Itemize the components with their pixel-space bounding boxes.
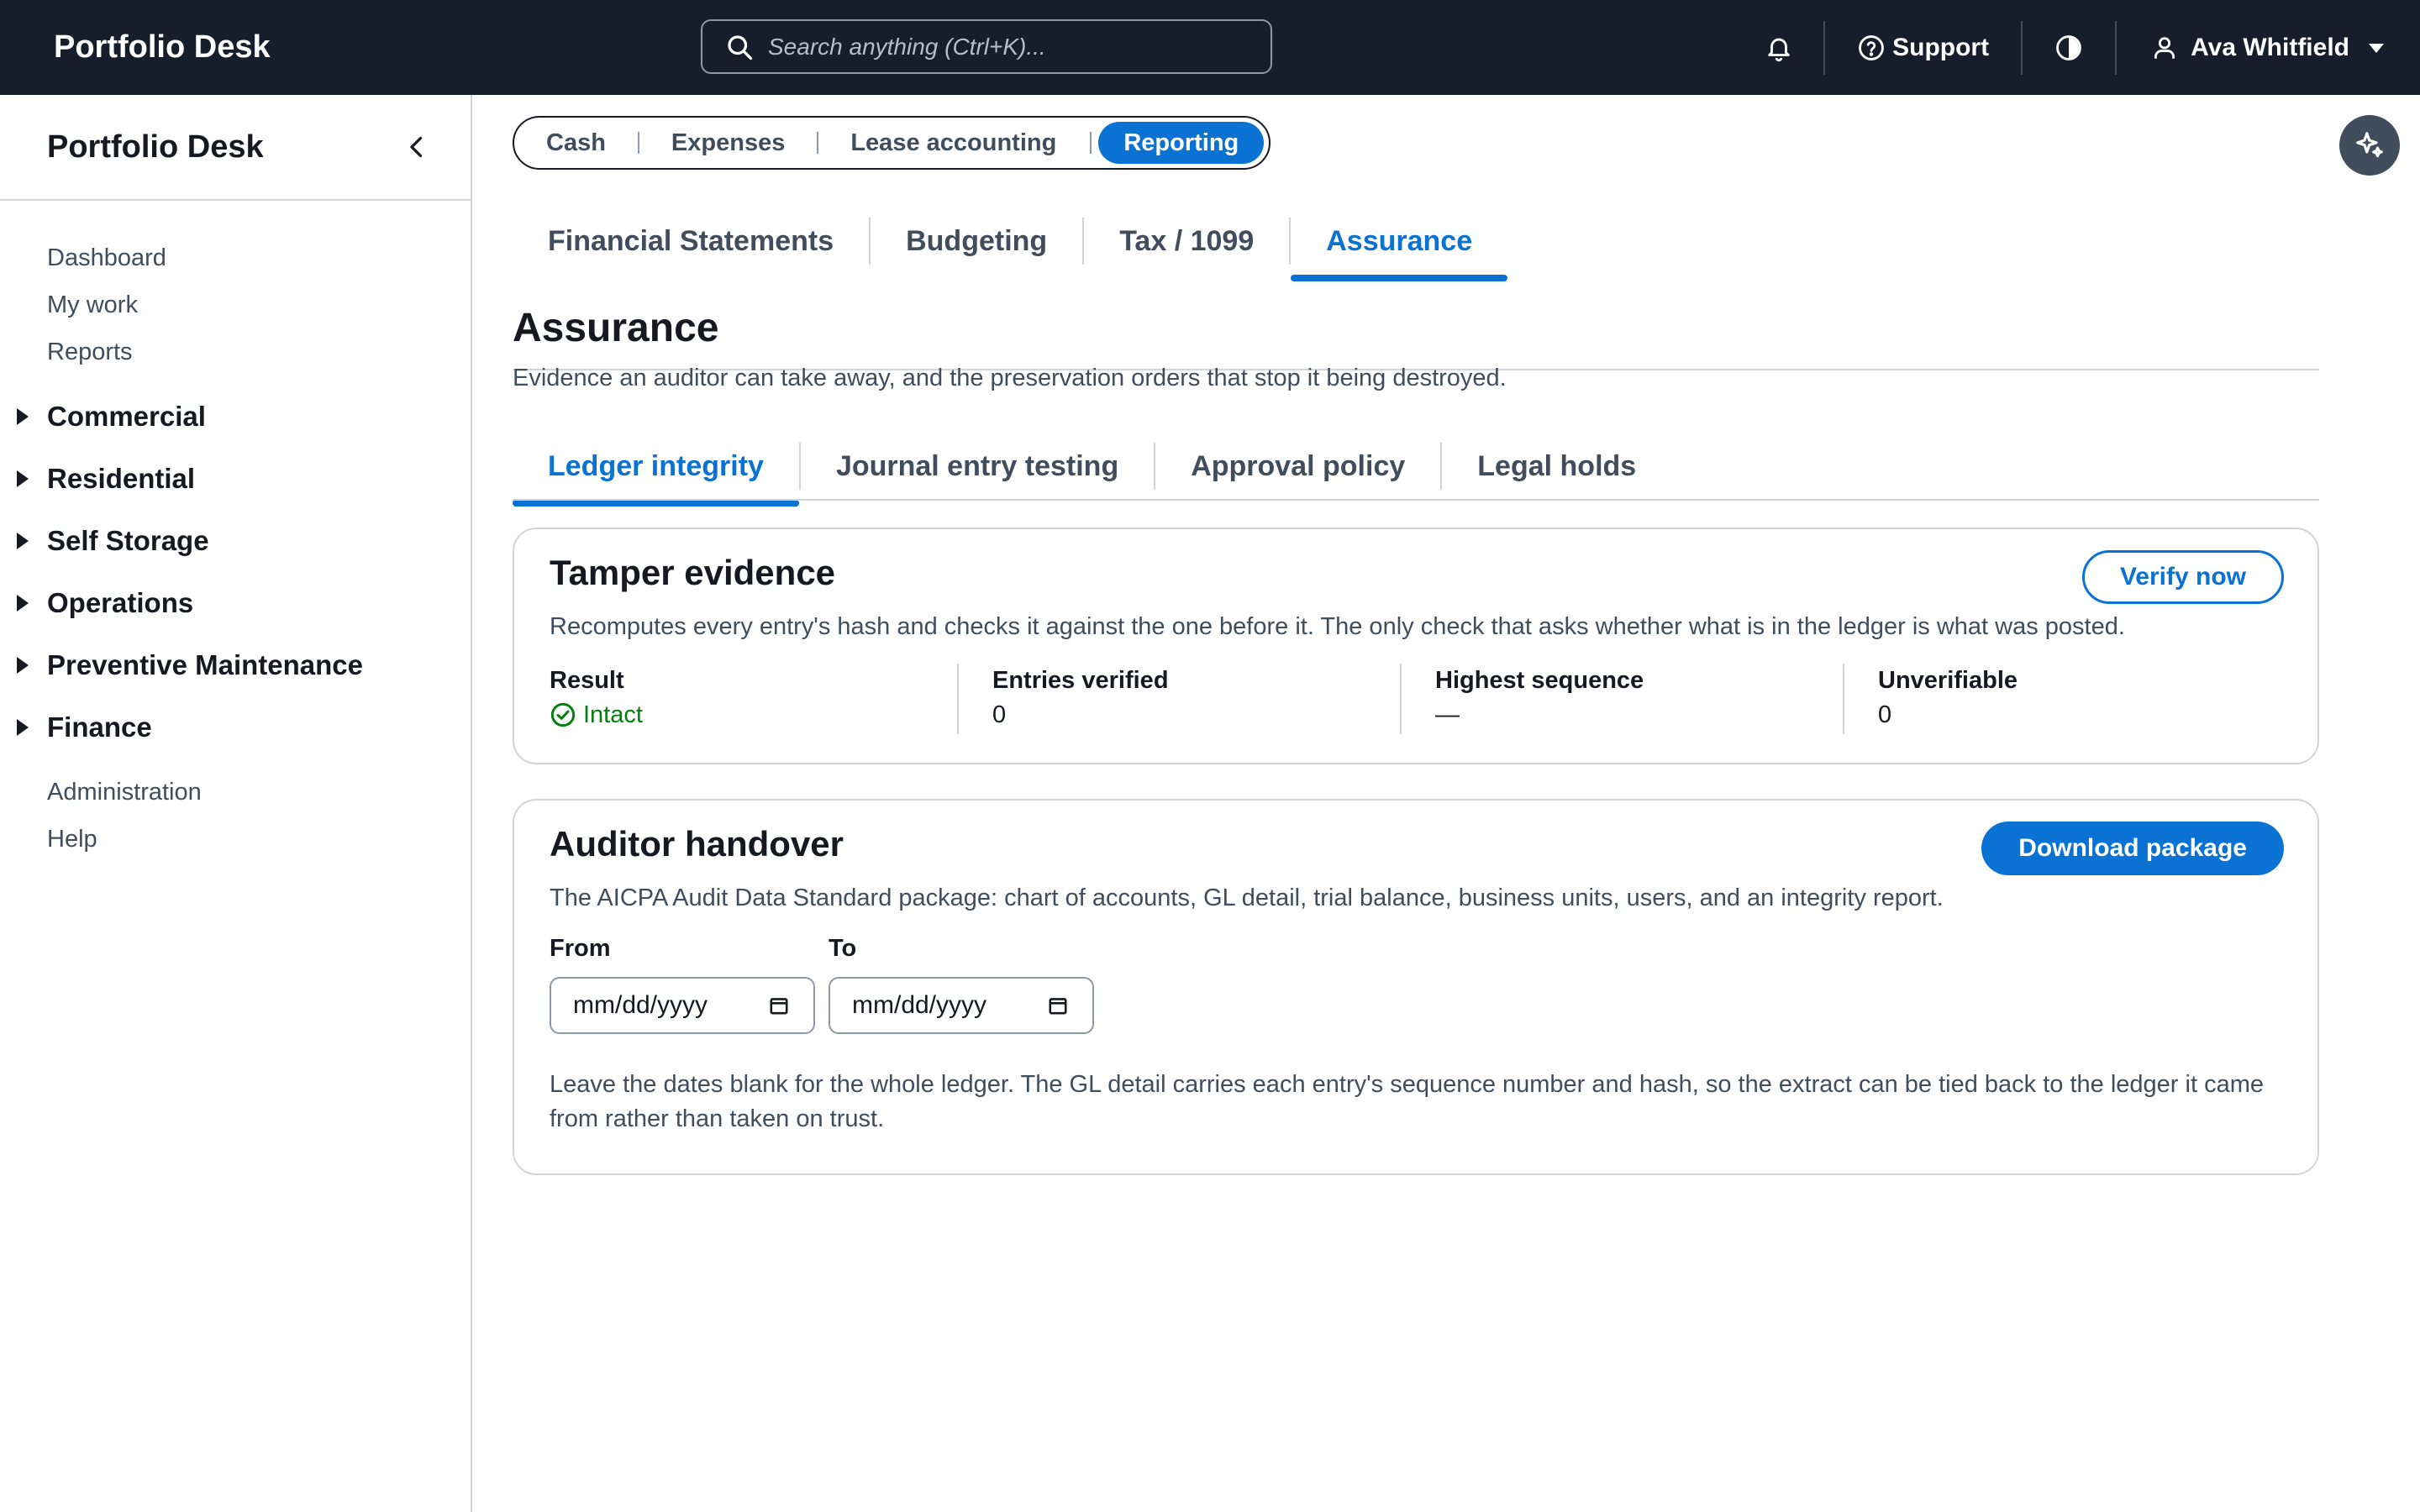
entries-verified-label: Entries verified (992, 667, 1169, 694)
entries-verified-field: Entries verified 0 (957, 664, 1400, 734)
collapse-sidebar-icon[interactable] (402, 132, 432, 162)
check-circle-icon (550, 702, 576, 727)
date-range-hint: Leave the dates blank for the whole ledg… (550, 1071, 2264, 1132)
to-date-input[interactable]: mm/dd/yyyy (829, 977, 1094, 1034)
sidebar-item-reports[interactable]: Reports (0, 328, 471, 375)
sidebar-group-label: Finance (47, 711, 152, 743)
user-menu-button[interactable]: Ava Whitfield (2117, 0, 2420, 95)
expand-triangle-icon (17, 657, 29, 674)
segment-lease-accounting[interactable]: Lease accounting (818, 122, 1090, 164)
tab-ledger-integrity[interactable]: Ledger integrity (513, 433, 799, 507)
theme-toggle-button[interactable] (2023, 0, 2115, 95)
sidebar-group-label: Preventive Maintenance (47, 649, 363, 680)
unverifiable-label: Unverifiable (1878, 667, 2018, 694)
page-description: Evidence an auditor can take away, and t… (513, 365, 1507, 391)
verification-summary: Result Intact Entries verified 0 Highest… (550, 664, 2286, 734)
from-label: From (550, 935, 611, 962)
sidebar-item-help[interactable]: Help (0, 816, 471, 863)
sidebar-item-my-work[interactable]: My work (0, 281, 471, 328)
reporting-tabs: Financial Statements Budgeting Tax / 109… (513, 207, 2319, 370)
entries-verified-value: 0 (992, 701, 1007, 728)
from-date-placeholder: mm/dd/yyyy (573, 991, 708, 1019)
search-icon (728, 34, 753, 60)
sidebar-group-operations[interactable]: Operations (0, 572, 471, 634)
calendar-icon (770, 998, 788, 1015)
sidebar-group-finance[interactable]: Finance (0, 696, 471, 759)
expand-triangle-icon (17, 595, 29, 612)
card-description: The AICPA Audit Data Standard package: c… (550, 885, 1944, 911)
reporting-tab-list: Financial Statements Budgeting Tax / 109… (513, 207, 1507, 281)
expand-triangle-icon (17, 470, 29, 487)
module-segmented-control: Cash Expenses Lease accounting Reporting (513, 116, 1271, 170)
top-actions: Support Ava Whitfield (1734, 0, 2420, 95)
segment-divider (1090, 132, 1092, 154)
support-button[interactable]: Support (1825, 0, 2021, 95)
sparkle-icon (2356, 132, 2383, 158)
global-search[interactable] (701, 19, 1272, 74)
caret-down-icon (2369, 43, 2384, 53)
tab-financial-statements[interactable]: Financial Statements (513, 207, 869, 275)
tab-journal-entry-testing[interactable]: Journal entry testing (801, 433, 1154, 500)
result-field: Result Intact (550, 664, 957, 734)
tab-underline (513, 499, 2319, 501)
sidebar-group-label: Residential (47, 463, 196, 494)
calendar-icon (1049, 998, 1067, 1015)
page-title: Assurance (513, 306, 719, 350)
highest-sequence-field: Highest sequence — (1400, 664, 1843, 734)
sidebar-title[interactable]: Portfolio Desk (47, 129, 264, 165)
tab-budgeting[interactable]: Budgeting (871, 207, 1082, 275)
card-description: Recomputes every entry's hash and checks… (550, 613, 2125, 640)
sidebar-group-preventive-maintenance[interactable]: Preventive Maintenance (0, 634, 471, 696)
card-title: Auditor handover (550, 824, 844, 864)
support-label: Support (1892, 33, 1990, 61)
highest-sequence-label: Highest sequence (1435, 667, 1644, 694)
to-label: To (829, 935, 857, 962)
sidebar-group-commercial[interactable]: Commercial (0, 386, 471, 448)
sidebar-group-self-storage[interactable]: Self Storage (0, 510, 471, 572)
expand-triangle-icon (17, 408, 29, 425)
download-package-button[interactable]: Download package (1981, 822, 2284, 875)
segment-reporting[interactable]: Reporting (1098, 122, 1265, 164)
from-date-input[interactable]: mm/dd/yyyy (550, 977, 815, 1034)
search-input[interactable] (768, 33, 1239, 60)
sidebar-item-dashboard[interactable]: Dashboard (0, 234, 471, 281)
sidebar-group-label: Operations (47, 587, 194, 618)
app-brand[interactable]: Portfolio Desk (54, 0, 271, 95)
bell-icon (1768, 38, 1790, 61)
result-value: Intact (583, 701, 643, 728)
expand-triangle-icon (17, 719, 29, 736)
ai-assistant-button[interactable] (2339, 115, 2400, 176)
segment-cash[interactable]: Cash (519, 122, 638, 164)
result-status: Intact (550, 697, 957, 732)
user-icon (2154, 36, 2175, 59)
segment-expenses[interactable]: Expenses (639, 122, 817, 164)
top-navigation: Portfolio Desk Support (0, 0, 2420, 95)
side-navigation: Portfolio Desk Dashboard My work Reports… (0, 95, 472, 1512)
sidebar-item-administration[interactable]: Administration (0, 769, 471, 816)
expand-triangle-icon (17, 533, 29, 549)
sidebar-group-label: Commercial (47, 401, 206, 432)
unverifiable-field: Unverifiable 0 (1843, 664, 2286, 734)
notifications-button[interactable] (1734, 0, 1823, 95)
contrast-icon (2056, 34, 2081, 60)
unverifiable-value: 0 (1878, 701, 1892, 728)
to-date-placeholder: mm/dd/yyyy (852, 991, 987, 1019)
help-circle-icon (1859, 34, 1884, 60)
card-title: Tamper evidence (550, 553, 836, 592)
sidebar-group-residential[interactable]: Residential (0, 448, 471, 510)
tamper-evidence-card: Tamper evidence Verify now Recomputes ev… (513, 528, 2319, 764)
tab-legal-holds[interactable]: Legal holds (1442, 433, 1671, 500)
tab-tax-1099[interactable]: Tax / 1099 (1084, 207, 1289, 275)
assurance-tab-list: Ledger integrity Journal entry testing A… (513, 433, 1671, 507)
result-label: Result (550, 667, 624, 694)
auditor-handover-card: Auditor handover Download package The AI… (513, 799, 2319, 1175)
sidebar-group-label: Self Storage (47, 525, 209, 556)
user-name: Ava Whitfield (2191, 33, 2349, 61)
sidebar-header: Portfolio Desk (0, 95, 471, 201)
tab-approval-policy[interactable]: Approval policy (1155, 433, 1440, 500)
highest-sequence-value: — (1435, 701, 1460, 728)
sidebar-items: Dashboard My work Reports Commercial Res… (0, 201, 471, 863)
tab-assurance[interactable]: Assurance (1291, 207, 1507, 281)
verify-now-button[interactable]: Verify now (2081, 550, 2284, 604)
